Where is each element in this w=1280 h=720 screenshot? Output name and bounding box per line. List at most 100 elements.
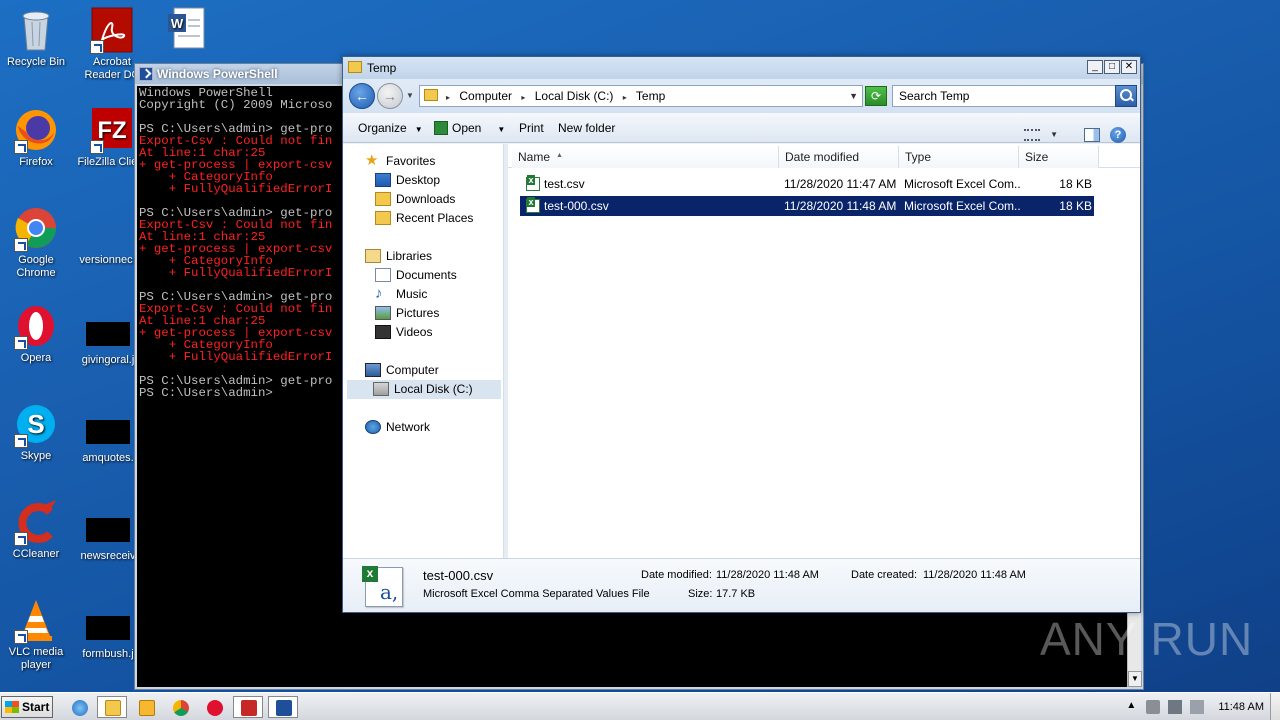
desktop-icon-opera[interactable]: Opera: [0, 302, 72, 365]
nav-label: Documents: [396, 268, 457, 282]
breadcrumb-separator-icon[interactable]: ▸: [521, 93, 525, 102]
action-center-flag-icon[interactable]: [1190, 700, 1205, 714]
taskbar-opera[interactable]: [199, 696, 229, 718]
breadcrumb-local-disk[interactable]: Local Disk (C:): [535, 89, 614, 103]
desktop-icon-chrome[interactable]: Google Chrome: [0, 204, 72, 280]
file-name: test-000.csv: [544, 199, 609, 213]
file-name: test.csv: [544, 177, 585, 191]
address-dropdown-icon[interactable]: ▼: [849, 86, 858, 106]
address-bar[interactable]: ▸ Computer ▸ Local Disk (C:) ▸ Temp ▼: [419, 85, 863, 107]
show-hidden-icons-icon[interactable]: ▲: [1124, 700, 1138, 714]
breadcrumb-temp[interactable]: Temp: [636, 89, 665, 103]
print-button[interactable]: Print: [519, 113, 544, 143]
desktop-icon-firefox[interactable]: Firefox: [0, 106, 72, 169]
desktop-icon-recycle-bin[interactable]: Recycle Bin: [0, 6, 72, 69]
nav-videos[interactable]: Videos: [375, 323, 432, 342]
search-icon[interactable]: [1115, 85, 1137, 107]
libraries-icon: [365, 248, 381, 263]
column-label: Type: [905, 150, 932, 164]
forward-button[interactable]: →: [377, 83, 403, 109]
column-headers: Name ▲ Date modified Type Size: [508, 146, 1140, 168]
column-header-name[interactable]: Name ▲: [512, 146, 779, 168]
taskbar-unknown-app[interactable]: [233, 696, 263, 718]
column-header-size[interactable]: Size: [1019, 146, 1099, 168]
shortcut-arrow-icon: [14, 140, 28, 154]
desktop-icon-versionnec[interactable]: versionnec: [70, 204, 142, 267]
windows-logo-icon: [5, 701, 19, 713]
powershell-icon: [276, 700, 292, 716]
shortcut-arrow-icon: [14, 238, 28, 252]
folder-icon: [105, 700, 121, 716]
new-folder-button[interactable]: New folder: [558, 113, 615, 143]
organize-button[interactable]: Organize ▼: [358, 113, 423, 145]
nav-network[interactable]: Network: [365, 418, 430, 437]
acrobat-icon: [88, 6, 136, 54]
column-header-date-modified[interactable]: Date modified: [779, 146, 899, 168]
nav-libraries[interactable]: Libraries: [365, 247, 432, 266]
desktop-icon-vlc[interactable]: VLC media player: [0, 596, 72, 672]
breadcrumb-separator-icon[interactable]: ▸: [446, 93, 450, 102]
network-tray-icon[interactable]: [1168, 700, 1183, 714]
nav-desktop[interactable]: Desktop: [375, 171, 440, 190]
desktop-icon-word-doc[interactable]: W: [152, 6, 224, 56]
nav-label: Music: [396, 287, 428, 301]
details-size-label: Size:: [688, 588, 713, 600]
back-button[interactable]: ←: [349, 83, 375, 109]
scroll-down-arrow-icon[interactable]: ▼: [1128, 671, 1142, 687]
nav-downloads[interactable]: Downloads: [375, 190, 455, 209]
nav-local-disk[interactable]: Local Disk (C:): [347, 380, 501, 399]
anyrun-watermark: ANY RUN: [1040, 613, 1254, 665]
chrome-icon: [12, 204, 60, 252]
details-size: 17.7 KB: [716, 588, 756, 600]
explorer-content: ★ Favorites Desktop Downloads Recent Plac…: [343, 144, 1140, 558]
preview-pane-icon[interactable]: [1084, 128, 1100, 142]
start-button[interactable]: Start: [1, 696, 53, 718]
start-label: Start: [22, 700, 50, 714]
file-row[interactable]: test.csv 11/28/2020 11:47 AM Microsoft E…: [520, 174, 1094, 194]
open-button[interactable]: Open ▼: [434, 113, 505, 145]
media-player-icon: [139, 700, 155, 716]
volume-icon[interactable]: [1146, 700, 1161, 714]
file-thumbnail-icon: [86, 322, 130, 346]
file-row-selected[interactable]: test-000.csv 11/28/2020 11:48 AM Microso…: [520, 196, 1094, 216]
nav-label: Local Disk (C:): [394, 382, 473, 396]
desktop-icon-skype[interactable]: S Skype: [0, 400, 72, 463]
word-document-icon: W: [164, 6, 212, 54]
nav-music[interactable]: ♪ Music: [375, 285, 427, 304]
nav-pictures[interactable]: Pictures: [375, 304, 439, 323]
taskbar-chrome[interactable]: [165, 696, 195, 718]
shortcut-arrow-icon: [14, 532, 28, 546]
music-note-icon: ♪: [375, 284, 383, 302]
nav-documents[interactable]: Documents: [375, 266, 457, 285]
explorer-titlebar[interactable]: Temp _ □ ✕: [343, 57, 1140, 79]
taskbar-explorer[interactable]: [97, 696, 127, 718]
search-input[interactable]: Search Temp: [892, 85, 1137, 107]
taskbar-clock[interactable]: 11:48 AM: [1218, 701, 1264, 713]
file-name-cell: test-000.csv: [526, 196, 776, 216]
column-label: Date modified: [785, 150, 860, 164]
recent-pages-dropdown-icon[interactable]: ▼: [406, 91, 414, 100]
explorer-window[interactable]: Temp _ □ ✕ ← → ▼ ▸ Computer ▸ Local Disk…: [342, 56, 1141, 613]
show-desktop-button[interactable]: [1270, 693, 1280, 720]
nav-favorites[interactable]: ★ Favorites: [365, 152, 435, 171]
breadcrumb-computer[interactable]: Computer: [459, 89, 512, 103]
powershell-title: Windows PowerShell: [157, 67, 278, 81]
nav-computer[interactable]: Computer: [365, 361, 439, 380]
folder-icon: [348, 61, 362, 73]
taskbar-powershell[interactable]: [268, 696, 298, 718]
breadcrumb-separator-icon[interactable]: ▸: [623, 93, 627, 102]
desktop-icon-label: VLC media player: [8, 646, 64, 671]
desktop-icon-label: Google Chrome: [16, 254, 56, 279]
taskbar-media-player[interactable]: [131, 696, 161, 718]
desktop-icon-ccleaner[interactable]: CCleaner: [0, 498, 72, 561]
minimize-button[interactable]: _: [1087, 60, 1103, 74]
change-view-icon[interactable]: [1024, 129, 1041, 141]
close-button[interactable]: ✕: [1121, 60, 1137, 74]
column-header-type[interactable]: Type: [899, 146, 1019, 168]
nav-recent-places[interactable]: Recent Places: [375, 209, 473, 228]
desktop-icon-label: givingoral.j: [81, 354, 135, 366]
help-icon[interactable]: ?: [1110, 127, 1126, 143]
maximize-button[interactable]: □: [1104, 60, 1120, 74]
taskbar-ie[interactable]: [64, 696, 94, 718]
refresh-button[interactable]: ⟳: [865, 86, 887, 106]
